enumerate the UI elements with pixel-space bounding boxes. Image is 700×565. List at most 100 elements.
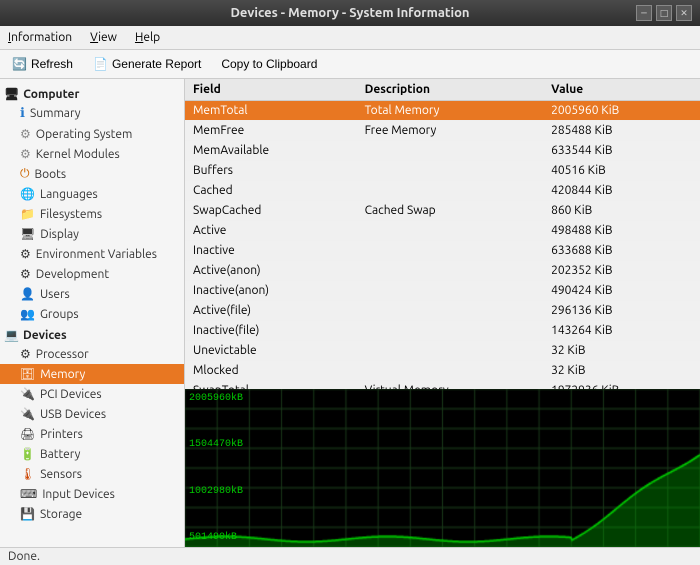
menubar: Information View Help xyxy=(0,26,700,50)
sidebar-item-kernel[interactable]: ⚙ Kernel Modules xyxy=(0,144,184,164)
copy-clipboard-button[interactable]: Copy to Clipboard xyxy=(215,54,323,74)
cell-field: MemAvailable xyxy=(185,141,357,161)
table-row[interactable]: MemTotalTotal Memory2005960 KiB xyxy=(185,101,700,121)
table-row[interactable]: Inactive(file)143264 KiB xyxy=(185,321,700,341)
sidebar-item-groups[interactable]: 👥 Groups xyxy=(0,304,184,324)
cell-description xyxy=(357,281,544,301)
groups-icon: 👥 xyxy=(20,307,35,321)
devices-icon: 💻 xyxy=(4,328,19,342)
cell-field: SwapTotal xyxy=(185,381,357,390)
cell-field: Mlocked xyxy=(185,361,357,381)
menu-help[interactable]: Help xyxy=(127,28,168,47)
cell-field: Inactive(anon) xyxy=(185,281,357,301)
storage-icon: 💾 xyxy=(20,507,35,521)
sidebar-item-development[interactable]: ⚙ Development xyxy=(0,264,184,284)
table-row[interactable]: Active498488 KiB xyxy=(185,221,700,241)
sidebar-item-usb[interactable]: 🔌 USB Devices xyxy=(0,404,184,424)
main-layout: 🖥 Computer ℹ Summary ⚙ Operating System … xyxy=(0,79,700,547)
col-value: Value xyxy=(543,79,700,101)
cell-description xyxy=(357,361,544,381)
sidebar-item-boots[interactable]: ⏻ Boots xyxy=(0,164,184,184)
close-button[interactable]: ✕ xyxy=(676,5,692,21)
cell-field: MemFree xyxy=(185,121,357,141)
sidebar-item-os[interactable]: ⚙ Operating System xyxy=(0,124,184,144)
users-icon: 👤 xyxy=(20,287,35,301)
window-controls[interactable]: ─ □ ✕ xyxy=(636,5,692,21)
sidebar-item-printers[interactable]: 🖨 Printers xyxy=(0,424,184,444)
cell-value: 32 KiB xyxy=(543,341,700,361)
table-row[interactable]: Unevictable 32 KiB xyxy=(185,341,700,361)
table-row[interactable]: MemFreeFree Memory285488 KiB xyxy=(185,121,700,141)
sidebar-item-processor[interactable]: ⚙ Processor xyxy=(0,344,184,364)
memory-table: Field Description Value MemTotalTotal Me… xyxy=(185,79,700,389)
status-text: Done. xyxy=(8,550,40,563)
cell-description: Cached Swap xyxy=(357,201,544,221)
cell-field: Active(file) xyxy=(185,301,357,321)
cell-description: Free Memory xyxy=(357,121,544,141)
cell-value: 40516 KiB xyxy=(543,161,700,181)
display-icon: 🖥 xyxy=(20,227,35,241)
graph-label: 501490kB xyxy=(189,532,243,543)
sidebar: 🖥 Computer ℹ Summary ⚙ Operating System … xyxy=(0,79,185,547)
table-row[interactable]: Inactive633688 KiB xyxy=(185,241,700,261)
sidebar-item-display[interactable]: 🖥 Display xyxy=(0,224,184,244)
usb-icon: 🔌 xyxy=(20,407,35,421)
table-row[interactable]: Inactive(anon) 490424 KiB xyxy=(185,281,700,301)
cell-field: MemTotal xyxy=(185,101,357,121)
table-header-row: Field Description Value xyxy=(185,79,700,101)
generate-report-button[interactable]: 📄 Generate Report xyxy=(87,54,207,74)
battery-icon: 🔋 xyxy=(20,447,35,461)
menu-information[interactable]: Information xyxy=(0,28,80,47)
sidebar-item-pci[interactable]: 🔌 PCI Devices xyxy=(0,384,184,404)
cell-value: 633544 KiB xyxy=(543,141,700,161)
cell-description xyxy=(357,341,544,361)
titlebar: Devices - Memory - System Information ─ … xyxy=(0,0,700,26)
cell-field: Active xyxy=(185,221,357,241)
sidebar-section-computer[interactable]: 🖥 Computer xyxy=(0,83,184,103)
sidebar-section-devices[interactable]: 💻 Devices xyxy=(0,324,184,344)
table-row[interactable]: Active(file)296136 KiB xyxy=(185,301,700,321)
table-row[interactable]: Cached420844 KiB xyxy=(185,181,700,201)
sidebar-item-filesystems[interactable]: 📁 Filesystems xyxy=(0,204,184,224)
sidebar-item-battery[interactable]: 🔋 Battery xyxy=(0,444,184,464)
sidebar-item-memory[interactable]: 🗄 Memory xyxy=(0,364,184,384)
cell-value: 490424 KiB xyxy=(543,281,700,301)
memory-graph: 2005960kB1504470kB1002980kB501490kB xyxy=(185,389,700,547)
minimize-button[interactable]: ─ xyxy=(636,5,652,21)
table-row[interactable]: Mlocked 32 KiB xyxy=(185,361,700,381)
cell-value: 143264 KiB xyxy=(543,321,700,341)
table-row[interactable]: Active(anon)202352 KiB xyxy=(185,261,700,281)
table-row[interactable]: SwapCachedCached Swap860 KiB xyxy=(185,201,700,221)
graph-labels: 2005960kB1504470kB1002980kB501490kB xyxy=(189,389,243,547)
cell-description: Total Memory xyxy=(357,101,544,121)
cell-description xyxy=(357,321,544,341)
cell-field: Unevictable xyxy=(185,341,357,361)
sidebar-item-summary[interactable]: ℹ Summary xyxy=(0,103,184,124)
refresh-button[interactable]: 🔄 Refresh xyxy=(6,54,79,74)
pci-icon: 🔌 xyxy=(20,387,35,401)
menu-view[interactable]: View xyxy=(82,28,125,47)
cell-field: Cached xyxy=(185,181,357,201)
computer-icon: 🖥 xyxy=(4,87,19,101)
table-row[interactable]: SwapTotalVirtual Memory1972936 KiB xyxy=(185,381,700,390)
sidebar-item-users[interactable]: 👤 Users xyxy=(0,284,184,304)
maximize-button[interactable]: □ xyxy=(656,5,672,21)
cell-description xyxy=(357,221,544,241)
sidebar-item-storage[interactable]: 💾 Storage xyxy=(0,504,184,524)
table-row[interactable]: Buffers 40516 KiB xyxy=(185,161,700,181)
cell-description xyxy=(357,181,544,201)
toolbar: 🔄 Refresh 📄 Generate Report Copy to Clip… xyxy=(0,50,700,79)
table-row[interactable]: MemAvailable 633544 KiB xyxy=(185,141,700,161)
sidebar-item-envvars[interactable]: ⚙ Environment Variables xyxy=(0,244,184,264)
graph-label: 1002980kB xyxy=(189,486,243,497)
sidebar-item-sensors[interactable]: 🌡 Sensors xyxy=(0,464,184,484)
data-table-wrapper[interactable]: Field Description Value MemTotalTotal Me… xyxy=(185,79,700,389)
cell-value: 2005960 KiB xyxy=(543,101,700,121)
cell-value: 285488 KiB xyxy=(543,121,700,141)
printers-icon: 🖨 xyxy=(20,427,35,441)
sidebar-item-input[interactable]: ⌨ Input Devices xyxy=(0,484,184,504)
cell-value: 32 KiB xyxy=(543,361,700,381)
summary-icon: ℹ xyxy=(20,106,25,121)
cell-field: Buffers xyxy=(185,161,357,181)
sidebar-item-languages[interactable]: 🌐 Languages xyxy=(0,184,184,204)
